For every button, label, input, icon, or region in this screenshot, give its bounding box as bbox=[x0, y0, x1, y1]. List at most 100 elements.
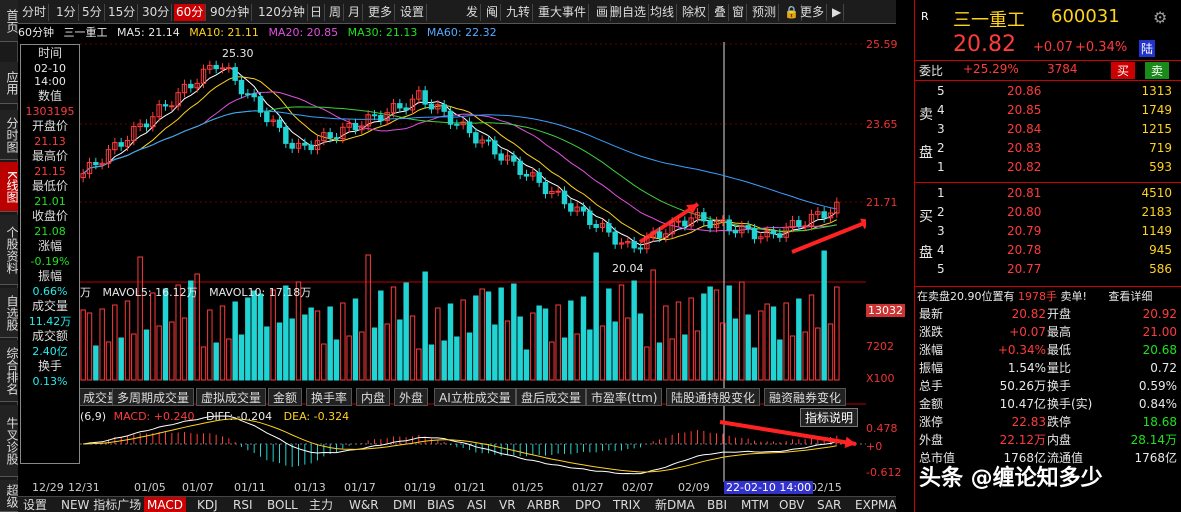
period-button-month[interactable]: 月 bbox=[346, 4, 364, 21]
bid-row[interactable]: 5 20.77 586 bbox=[915, 260, 1172, 278]
sell-button[interactable]: 卖 bbox=[1145, 62, 1170, 79]
bid-row[interactable]: 4 20.78 945 bbox=[915, 241, 1172, 259]
side-tab-watchlist[interactable]: 自选股 bbox=[0, 288, 19, 338]
volume-bar bbox=[181, 317, 188, 381]
predict-button[interactable]: 预测 bbox=[750, 4, 780, 21]
tab-macd[interactable]: MACD bbox=[144, 497, 186, 512]
stat-value: 0.72 bbox=[1150, 361, 1177, 375]
ask-level: 5 bbox=[937, 84, 945, 98]
bid-row[interactable]: 3 20.79 1149 bbox=[915, 222, 1172, 240]
exright-button[interactable]: 除权 bbox=[680, 4, 710, 21]
tab-wr[interactable]: W&R bbox=[346, 497, 382, 512]
bid-price: 20.78 bbox=[1007, 243, 1042, 257]
candle bbox=[257, 96, 264, 113]
settings-button[interactable]: 设置 bbox=[398, 4, 428, 21]
period-button-90min[interactable]: 90分钟 bbox=[208, 4, 253, 21]
window-button[interactable]: 窗 bbox=[730, 4, 748, 21]
expand-arrow-icon[interactable]: ▶ bbox=[830, 4, 845, 21]
tab-dmi[interactable]: DMI bbox=[390, 497, 419, 512]
period-button-5min[interactable]: 5分 bbox=[80, 4, 105, 21]
tab-new-dma[interactable]: 新DMA bbox=[652, 497, 698, 512]
side-tab-kline[interactable]: K线图 bbox=[0, 162, 19, 212]
tool-button-jiu[interactable]: 阄 bbox=[484, 4, 502, 21]
tab-mtm[interactable]: MTM bbox=[738, 497, 772, 512]
menu-northbound-holdings[interactable]: 陆股通持股变化 bbox=[666, 388, 761, 406]
bid-level: 5 bbox=[937, 262, 945, 276]
indicator-plaza-tab[interactable]: NEW 指标广场 bbox=[58, 497, 144, 512]
volume-bar bbox=[327, 306, 333, 381]
tab-bbi[interactable]: BBI bbox=[704, 497, 730, 512]
period-button-120min[interactable]: 120分钟 bbox=[256, 4, 308, 21]
volume-bar bbox=[650, 269, 656, 381]
settings-gear-icon[interactable]: ⚙ bbox=[1153, 8, 1167, 27]
stat-label: 内盘 bbox=[1047, 433, 1072, 447]
tip-high-label: 最高价 bbox=[31, 149, 68, 163]
menu-amount[interactable]: 金额 bbox=[268, 388, 303, 406]
side-tab-ranking[interactable]: 综合排名 bbox=[0, 340, 19, 402]
period-button-60min[interactable]: 60分 bbox=[174, 4, 207, 21]
more-tools-button[interactable]: 更多 bbox=[798, 4, 828, 21]
period-button-15min[interactable]: 15分 bbox=[106, 4, 139, 21]
indicator-settings-tab[interactable]: 设置 bbox=[20, 497, 50, 512]
tab-dpo[interactable]: DPO bbox=[572, 497, 604, 512]
tab-trix[interactable]: TRIX bbox=[610, 497, 643, 512]
tip-chg-label: 涨幅 bbox=[37, 239, 62, 253]
tab-obv[interactable]: OBV bbox=[776, 497, 808, 512]
ask-row[interactable]: 2 20.83 719 bbox=[915, 139, 1172, 157]
tab-bias[interactable]: BIAS bbox=[424, 497, 458, 512]
side-tab-super[interactable]: 超级 bbox=[0, 480, 19, 512]
menu-after-hours-volume[interactable]: 盘后成交量 bbox=[516, 388, 587, 406]
bid-price: 20.81 bbox=[1007, 186, 1042, 200]
side-tab-timeshare[interactable]: 分时图 bbox=[0, 110, 19, 160]
menu-multi-period-volume[interactable]: 多周期成交量 bbox=[112, 388, 195, 406]
buy-button[interactable]: 买 bbox=[1111, 62, 1136, 79]
period-button-day[interactable]: 日 bbox=[308, 4, 326, 21]
tab-boll[interactable]: BOLL bbox=[264, 497, 301, 512]
tab-sar[interactable]: SAR bbox=[814, 497, 844, 512]
ask-row[interactable]: 5 20.86 1313 bbox=[915, 82, 1172, 100]
menu-inner-volume[interactable]: 内盘 bbox=[356, 388, 391, 406]
tool-button-fa[interactable]: 发 bbox=[464, 4, 482, 21]
side-tab-home[interactable]: 首页 bbox=[0, 0, 19, 42]
period-button-week[interactable]: 周 bbox=[327, 4, 345, 21]
volume-bar bbox=[428, 344, 435, 381]
volume-bar bbox=[485, 291, 492, 381]
bid-row[interactable]: 2 20.80 2183 bbox=[915, 203, 1172, 221]
side-tab-diagnose[interactable]: 牛叉诊股 bbox=[0, 405, 19, 477]
side-tab-profile[interactable]: 个股资料 bbox=[0, 215, 19, 285]
tab-vr[interactable]: VR bbox=[496, 497, 519, 512]
menu-outer-volume[interactable]: 外盘 bbox=[394, 388, 429, 406]
menu-margin-change[interactable]: 融资融券变化 bbox=[764, 388, 847, 406]
kline-chart[interactable] bbox=[80, 42, 866, 496]
major-events-button[interactable]: 重大事件 bbox=[536, 4, 590, 21]
period-button-30min[interactable]: 30分 bbox=[140, 4, 173, 21]
period-button-timeshare[interactable]: 分时 bbox=[20, 4, 50, 21]
period-button-1min[interactable]: 1分 bbox=[54, 4, 79, 21]
ma30-value: MA30: 21.13 bbox=[347, 26, 418, 39]
tab-expma[interactable]: EXPMA bbox=[852, 497, 900, 512]
menu-turnover[interactable]: 换手率 bbox=[306, 388, 353, 406]
indicator-help-button[interactable]: 指标说明 bbox=[800, 408, 859, 427]
view-detail-link[interactable]: 查看详细 bbox=[1108, 290, 1152, 303]
tab-rsi[interactable]: RSI bbox=[230, 497, 256, 512]
ask-row[interactable]: 1 20.82 593 bbox=[915, 158, 1172, 176]
ma5-value: MA5: 21.14 bbox=[117, 26, 180, 39]
tool-button-jiuzhuan[interactable]: 九转 bbox=[504, 4, 534, 21]
ask-row[interactable]: 3 20.84 1215 bbox=[915, 120, 1172, 138]
side-tab-app[interactable]: 应用 bbox=[0, 62, 19, 104]
menu-ai-volume[interactable]: AI立桩成交量 bbox=[434, 388, 516, 406]
tab-main-force[interactable]: 主力 bbox=[306, 497, 336, 512]
overlay-button[interactable]: 叠 bbox=[712, 4, 730, 21]
volume-bar bbox=[612, 321, 618, 381]
menu-virtual-volume[interactable]: 虚拟成交量 bbox=[196, 388, 267, 406]
period-button-more[interactable]: 更多 bbox=[366, 4, 396, 21]
ask-row[interactable]: 4 20.85 1749 bbox=[915, 101, 1172, 119]
tab-arbr[interactable]: ARBR bbox=[524, 497, 563, 512]
tab-asi[interactable]: ASI bbox=[464, 497, 489, 512]
remove-watchlist-button[interactable]: 删自选 bbox=[608, 4, 650, 21]
stat-label: 涨幅 bbox=[919, 343, 944, 357]
ma-button[interactable]: 均线 bbox=[648, 4, 678, 21]
menu-pe-ttm[interactable]: 市盈率(ttm) bbox=[586, 388, 663, 406]
bid-row[interactable]: 1 20.81 4510 bbox=[915, 184, 1172, 202]
tab-kdj[interactable]: KDJ bbox=[194, 497, 221, 512]
